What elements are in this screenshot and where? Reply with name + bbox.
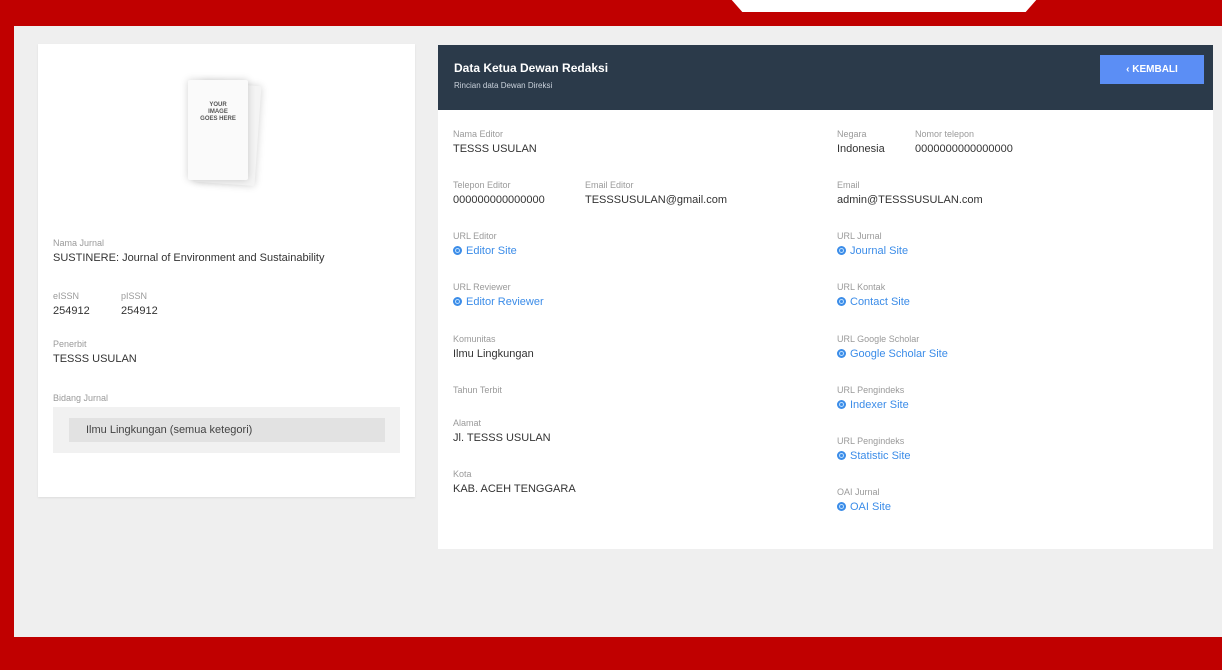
contact-site-link[interactable]: Contact Site bbox=[837, 296, 910, 308]
publisher-value: TESSS USULAN bbox=[53, 353, 137, 365]
journal-url-field: URL Jurnal Journal Site bbox=[837, 231, 908, 257]
editor-email-field: Email Editor TESSSUSULAN@gmail.com bbox=[585, 180, 727, 206]
city-label: Kota bbox=[453, 469, 472, 479]
editor-site-text: Editor Site bbox=[466, 245, 517, 257]
statistic-url-label: URL Pengindeks bbox=[837, 436, 905, 446]
globe-icon bbox=[837, 502, 846, 511]
city-value: KAB. ACEH TENGGARA bbox=[453, 483, 576, 495]
globe-icon bbox=[837, 246, 846, 255]
scholar-url-label: URL Google Scholar bbox=[837, 334, 920, 344]
indexer-site-link[interactable]: Indexer Site bbox=[837, 399, 909, 411]
publisher-label: Penerbit bbox=[53, 339, 87, 349]
contact-url-label: URL Kontak bbox=[837, 282, 886, 292]
indexer-url-label: URL Pengindeks bbox=[837, 385, 905, 395]
pissn-field: pISSN 254912 bbox=[121, 291, 158, 317]
scholar-site-text: Google Scholar Site bbox=[850, 348, 948, 360]
community-value: Ilmu Lingkungan bbox=[453, 348, 534, 360]
card-title: Data Ketua Dewan Redaksi bbox=[454, 61, 609, 75]
address-label: Alamat bbox=[453, 418, 482, 428]
address-field: Alamat Jl. TESSS USULAN bbox=[453, 418, 551, 444]
country-label: Negara bbox=[837, 129, 867, 139]
statistic-site-link[interactable]: Statistic Site bbox=[837, 450, 911, 462]
oai-url-label: OAI Jurnal bbox=[837, 487, 880, 497]
phone-number-label: Nomor telepon bbox=[915, 129, 975, 139]
field-of-study-box: Ilmu Lingkungan (semua ketegori) bbox=[53, 407, 400, 453]
oai-site-link[interactable]: OAI Site bbox=[837, 501, 891, 513]
field-of-study-field: Bidang Jurnal bbox=[53, 393, 108, 403]
email-field: Email admin@TESSSUSULAN.com bbox=[837, 180, 983, 206]
editor-url-label: URL Editor bbox=[453, 231, 497, 241]
reviewer-url-label: URL Reviewer bbox=[453, 282, 511, 292]
cover-front-page bbox=[188, 80, 248, 180]
eissn-value: 254912 bbox=[53, 305, 90, 317]
globe-icon bbox=[837, 297, 846, 306]
statistic-url-field: URL Pengindeks Statistic Site bbox=[837, 436, 911, 462]
globe-icon bbox=[453, 297, 462, 306]
reviewer-url-field: URL Reviewer Editor Reviewer bbox=[453, 282, 544, 308]
editor-email-value: TESSSUSULAN@gmail.com bbox=[585, 194, 727, 206]
contact-site-text: Contact Site bbox=[850, 296, 910, 308]
journal-site-text: Journal Site bbox=[850, 245, 909, 257]
year-label: Tahun Terbit bbox=[453, 385, 502, 395]
year-field: Tahun Terbit bbox=[453, 385, 502, 395]
editor-phone-label: Telepon Editor bbox=[453, 180, 511, 190]
community-field: Komunitas Ilmu Lingkungan bbox=[453, 334, 534, 360]
scholar-site-link[interactable]: Google Scholar Site bbox=[837, 348, 948, 360]
editor-url-field: URL Editor Editor Site bbox=[453, 231, 517, 257]
editor-phone-value: 000000000000000 bbox=[453, 194, 545, 206]
reviewer-site-link[interactable]: Editor Reviewer bbox=[453, 296, 544, 308]
editor-site-link[interactable]: Editor Site bbox=[453, 245, 517, 257]
bottom-frame-band bbox=[0, 637, 1222, 670]
journal-url-label: URL Jurnal bbox=[837, 231, 882, 241]
editor-phone-field: Telepon Editor 000000000000000 bbox=[453, 180, 545, 206]
globe-icon bbox=[837, 451, 846, 460]
editor-name-field: Nama Editor TESSS USULAN bbox=[453, 129, 537, 155]
phone-number-value: 0000000000000000 bbox=[915, 143, 1013, 155]
scholar-url-field: URL Google Scholar Google Scholar Site bbox=[837, 334, 948, 360]
pissn-label: pISSN bbox=[121, 291, 148, 301]
phone-number-field: Nomor telepon 0000000000000000 bbox=[915, 129, 1013, 155]
email-value: admin@TESSSUSULAN.com bbox=[837, 194, 983, 206]
editor-email-label: Email Editor bbox=[585, 180, 634, 190]
journal-cover-image: YOUR IMAGE GOES HERE bbox=[188, 74, 266, 194]
oai-url-field: OAI Jurnal OAI Site bbox=[837, 487, 891, 513]
journal-card: YOUR IMAGE GOES HERE Nama Jurnal SUSTINE… bbox=[38, 44, 415, 497]
journal-name-label: Nama Jurnal bbox=[53, 238, 105, 248]
editor-detail-card: Data Ketua Dewan Redaksi Rincian data De… bbox=[438, 45, 1213, 549]
contact-url-field: URL Kontak Contact Site bbox=[837, 282, 910, 308]
indexer-url-field: URL Pengindeks Indexer Site bbox=[837, 385, 909, 411]
eissn-field: eISSN 254912 bbox=[53, 291, 90, 317]
card-subtitle: Rincian data Dewan Direksi bbox=[454, 81, 553, 90]
card-header: Data Ketua Dewan Redaksi Rincian data De… bbox=[438, 45, 1213, 110]
address-value: Jl. TESSS USULAN bbox=[453, 432, 551, 444]
globe-icon bbox=[837, 349, 846, 358]
journal-site-link[interactable]: Journal Site bbox=[837, 245, 908, 257]
country-value: Indonesia bbox=[837, 143, 885, 155]
journal-name-value: SUSTINERE: Journal of Environment and Su… bbox=[53, 252, 325, 264]
eissn-label: eISSN bbox=[53, 291, 80, 301]
editor-name-value: TESSS USULAN bbox=[453, 143, 537, 155]
country-field: Negara Indonesia bbox=[837, 129, 885, 155]
email-label: Email bbox=[837, 180, 860, 190]
community-label: Komunitas bbox=[453, 334, 496, 344]
reviewer-site-text: Editor Reviewer bbox=[466, 296, 544, 308]
field-of-study-tag: Ilmu Lingkungan (semua ketegori) bbox=[69, 418, 385, 442]
field-of-study-label: Bidang Jurnal bbox=[53, 393, 109, 403]
back-button[interactable]: ‹ KEMBALI bbox=[1100, 55, 1204, 84]
globe-icon bbox=[837, 400, 846, 409]
cover-placeholder-text: YOUR IMAGE GOES HERE bbox=[200, 102, 236, 122]
statistic-site-text: Statistic Site bbox=[850, 450, 911, 462]
globe-icon bbox=[453, 246, 462, 255]
oai-site-text: OAI Site bbox=[850, 501, 891, 513]
indexer-site-text: Indexer Site bbox=[850, 399, 909, 411]
pissn-value: 254912 bbox=[121, 305, 158, 317]
publisher-field: Penerbit TESSS USULAN bbox=[53, 339, 137, 365]
journal-name-field: Nama Jurnal SUSTINERE: Journal of Enviro… bbox=[53, 238, 324, 264]
city-field: Kota KAB. ACEH TENGGARA bbox=[453, 469, 576, 495]
content-area: YOUR IMAGE GOES HERE Nama Jurnal SUSTINE… bbox=[14, 26, 1222, 637]
editor-name-label: Nama Editor bbox=[453, 129, 504, 139]
top-tab-shape bbox=[730, 0, 1038, 12]
